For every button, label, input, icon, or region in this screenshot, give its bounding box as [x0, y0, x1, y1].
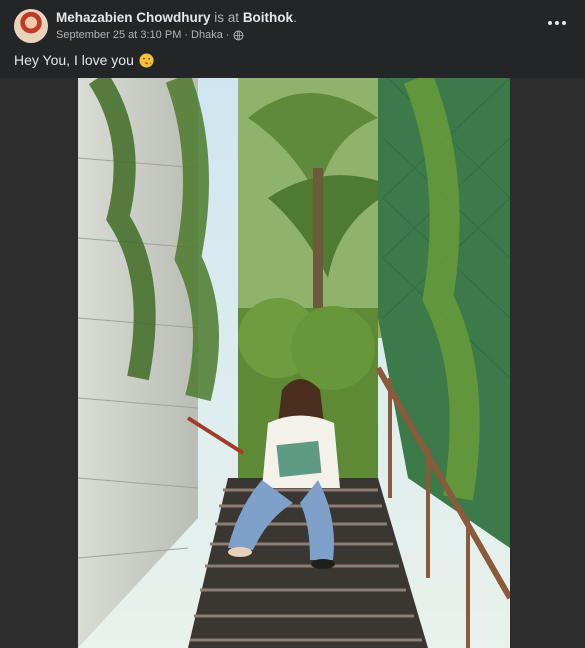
- author-line: Mehazabien Chowdhury is at Boithok.: [56, 10, 297, 25]
- is-at-text: is at: [214, 10, 240, 25]
- post-photo[interactable]: [78, 78, 510, 648]
- post-location[interactable]: Dhaka: [191, 29, 223, 41]
- post-meta: September 25 at 3:10 PM · Dhaka ·: [56, 29, 244, 41]
- photo-illustration: [78, 78, 510, 648]
- author-avatar[interactable]: [14, 9, 48, 43]
- more-options-button[interactable]: [543, 13, 571, 33]
- caption-text: Hey You, I love you: [14, 52, 134, 68]
- post-timestamp[interactable]: September 25 at 3:10 PM: [56, 29, 181, 41]
- globe-icon[interactable]: [233, 30, 244, 41]
- post-header: Mehazabien Chowdhury is at Boithok. Sept…: [14, 9, 571, 45]
- more-dot: [562, 21, 566, 25]
- facebook-post: Mehazabien Chowdhury is at Boithok. Sept…: [0, 0, 585, 648]
- post-caption: Hey You, I love you: [14, 52, 154, 68]
- meta-separator: ·: [184, 29, 189, 41]
- more-dot: [555, 21, 559, 25]
- kissing-face-emoji-icon: [139, 52, 154, 68]
- meta-separator-2: ·: [225, 29, 230, 41]
- place-suffix: .: [293, 10, 297, 25]
- place-name[interactable]: Boithok: [243, 10, 293, 25]
- author-name[interactable]: Mehazabien Chowdhury: [56, 10, 211, 25]
- more-dot: [548, 21, 552, 25]
